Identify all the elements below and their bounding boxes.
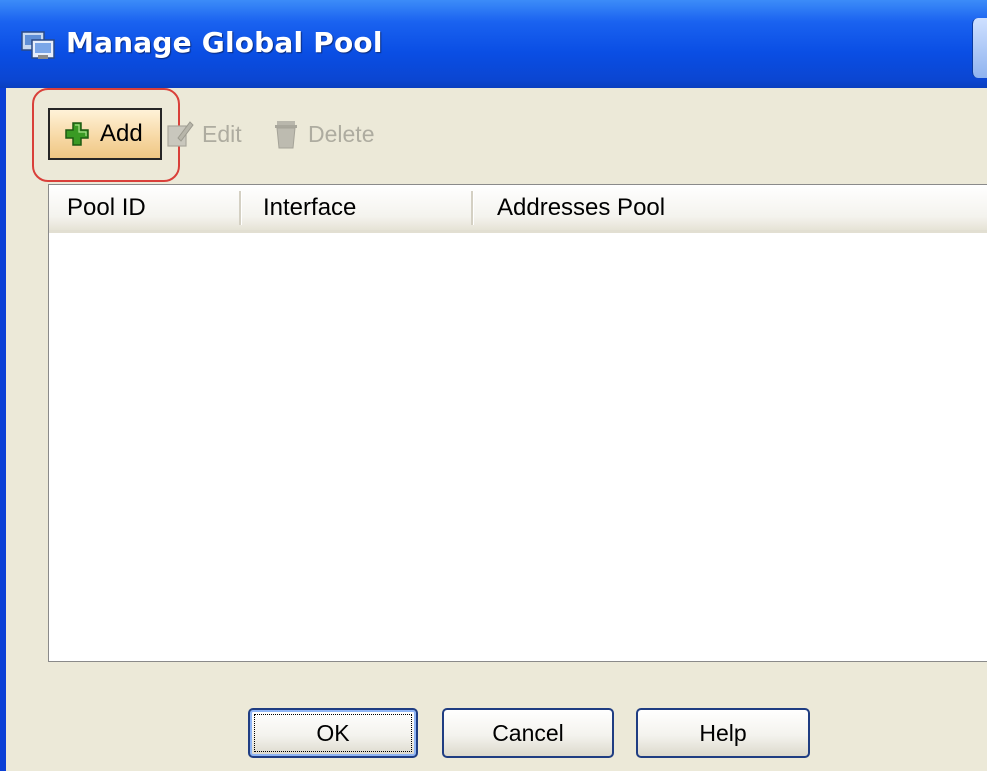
dialog-window: Manage Global Pool Add Edit Delete Pool … — [0, 0, 987, 771]
add-button[interactable]: Add — [48, 108, 162, 160]
cancel-button[interactable]: Cancel — [442, 708, 614, 758]
table-body[interactable] — [49, 233, 987, 661]
dialog-client-area: Add Edit Delete Pool ID Interface Addres… — [6, 88, 987, 771]
column-header-interface[interactable]: Interface — [239, 185, 471, 230]
window-title: Manage Global Pool — [66, 26, 383, 59]
column-header-pool-id[interactable]: Pool ID — [49, 185, 239, 230]
delete-button-label: Delete — [308, 120, 375, 147]
title-bar-control-edge[interactable] — [972, 18, 987, 78]
toolbar: Add Edit Delete — [6, 88, 987, 184]
help-button[interactable]: Help — [636, 708, 810, 758]
edit-button[interactable]: Edit — [166, 118, 242, 150]
ok-button[interactable]: OK — [248, 708, 418, 758]
edit-icon — [167, 121, 194, 147]
column-header-addresses-pool[interactable]: Addresses Pool — [471, 185, 987, 230]
trash-icon — [275, 121, 297, 149]
table-header: Pool ID Interface Addresses Pool — [49, 185, 987, 233]
add-button-label: Add — [100, 120, 143, 147]
edit-button-label: Edit — [202, 120, 242, 147]
title-bar[interactable]: Manage Global Pool — [0, 0, 987, 88]
global-pool-table[interactable]: Pool ID Interface Addresses Pool — [48, 184, 987, 662]
delete-button[interactable]: Delete — [272, 118, 374, 150]
manage-pool-icon — [21, 31, 55, 59]
green-plus-icon — [65, 122, 89, 146]
